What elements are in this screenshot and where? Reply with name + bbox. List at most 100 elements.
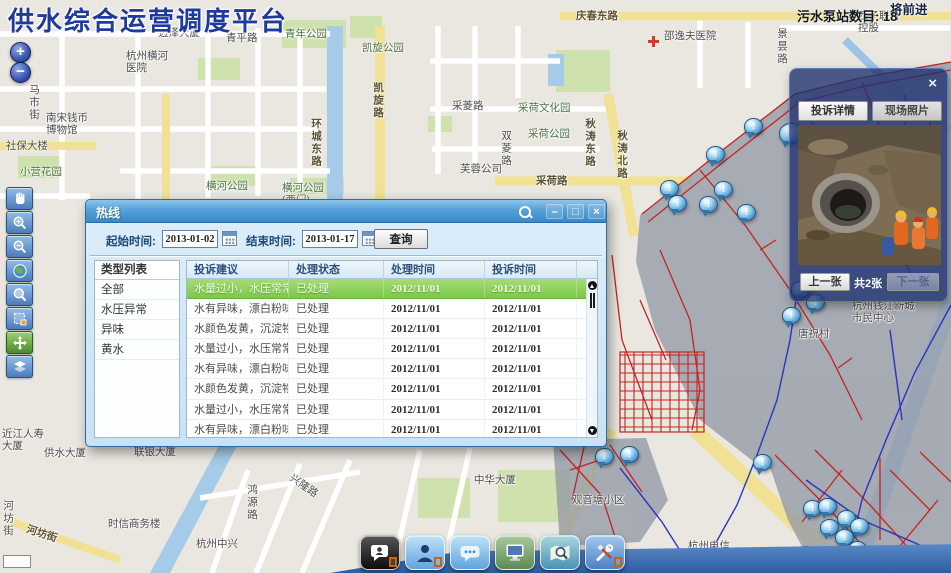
pan-move-button[interactable] — [6, 331, 33, 354]
tools-dock-button[interactable] — [585, 535, 625, 570]
pan-move-icon — [12, 335, 28, 351]
table-cell: 已处理 — [289, 359, 384, 378]
complaints-table: 投诉建议 处理状态 处理时间 投诉时间 水量过小，水压常常不已处理2012/11… — [186, 260, 598, 438]
column-header[interactable]: 处理时间 — [384, 261, 485, 278]
end-time-label: 结束时间: — [246, 233, 296, 249]
map-label: 河坊街 — [2, 500, 14, 538]
table-cell: 水颜色发黄，沉淀物很 — [187, 379, 289, 398]
column-header[interactable]: 投诉时间 — [485, 261, 577, 278]
user-dock-button[interactable] — [405, 535, 445, 570]
scroll-up-icon[interactable] — [588, 281, 597, 290]
query-button[interactable]: 查询 — [374, 229, 428, 249]
table-cell: 水有异味，漂白粉味道 — [187, 359, 289, 378]
zoom-in-tool-button[interactable] — [6, 211, 33, 234]
map-marker[interactable]: ! — [782, 307, 801, 324]
zoom-out-tool-button[interactable] — [6, 235, 33, 258]
table-row[interactable]: 水量过小，水压常常不已处理2012/11/012012/11/01 — [187, 279, 597, 299]
map-label: 凯旋路 — [372, 82, 384, 120]
user-message-dock-button[interactable] — [360, 535, 400, 570]
map-label: 采荷公园 — [528, 128, 570, 140]
table-cell: 已处理 — [289, 319, 384, 338]
map-label: 秋涛北路 — [616, 130, 628, 180]
maximize-button[interactable]: □ — [567, 204, 584, 219]
column-header[interactable]: 处理状态 — [289, 261, 384, 278]
table-cell: 已处理 — [289, 339, 384, 358]
table-row[interactable]: 水颜色发黄，沉淀物很已处理2012/11/012012/11/01 — [187, 319, 597, 339]
full-extent-button[interactable] — [6, 259, 33, 282]
scroll-down-icon[interactable] — [588, 426, 597, 435]
hotline-titlebar[interactable]: 热线 – □ × — [86, 200, 606, 223]
map-label: 杭州横河 医院 — [126, 50, 168, 74]
table-body: 水量过小，水压常常不已处理2012/11/012012/11/01水有异味，漂白… — [187, 279, 597, 438]
table-scrollbar[interactable] — [586, 279, 597, 437]
prev-photo-button[interactable]: 上一张 — [800, 273, 850, 291]
pan-hand-button[interactable] — [6, 187, 33, 210]
table-row[interactable]: 水有异味，漂白粉味道已处理2012/11/012012/11/01 — [187, 299, 597, 319]
table-row[interactable]: 水有异味，漂白粉味道已处理2012/11/012012/11/01 — [187, 420, 597, 438]
map-label: 芙蓉公司 — [460, 163, 502, 175]
app-window: 青年公园凯旋公园青平路迈泽大厦杭州横河 医院马市街南宋钱币 博物馆社保大楼小营花… — [0, 0, 951, 573]
map-label: 中华大厦 — [474, 474, 516, 486]
table-header-row: 投诉建议 处理状态 处理时间 投诉时间 — [187, 261, 597, 279]
map-label: 景昙路 — [776, 28, 788, 66]
hotline-window: 热线 – □ × 起始时间: 结束时间: 查询 类型列表 全部水压异常异味黄水 … — [85, 199, 607, 447]
close-button[interactable]: × — [588, 204, 605, 219]
type-list-item[interactable]: 全部 — [95, 280, 179, 300]
table-cell: 2012/11/01 — [485, 379, 577, 398]
photo-panel: × 投诉详情 现场照片 — [789, 68, 948, 302]
table-cell: 已处理 — [289, 420, 384, 438]
column-header[interactable]: 投诉建议 — [187, 261, 289, 278]
table-cell: 水有异味，漂白粉味道 — [187, 299, 289, 318]
map-marker[interactable]: ! — [620, 446, 639, 463]
map-zoom-in-button[interactable]: + — [10, 42, 31, 63]
end-date-input[interactable] — [302, 230, 358, 248]
dock-badge — [434, 557, 442, 567]
table-row[interactable]: 水颜色发黄，沉淀物很已处理2012/11/012012/11/01 — [187, 379, 597, 399]
type-list-item[interactable]: 异味 — [95, 320, 179, 340]
map-marker[interactable]: ! — [699, 196, 718, 213]
map-zoom-out-button[interactable]: − — [10, 62, 31, 83]
scrollbar-thumb[interactable] — [590, 293, 595, 308]
layers-button[interactable] — [6, 355, 33, 378]
map-label: 采菱路 — [452, 100, 484, 112]
minimize-button[interactable]: – — [546, 204, 563, 219]
map-search-tool-button[interactable] — [6, 283, 33, 306]
titlebar-magnifier-icon[interactable] — [518, 205, 532, 219]
next-photo-button[interactable]: 下一张 — [887, 273, 939, 291]
zoom-out-icon — [12, 239, 28, 255]
map-label: 唐祝村 — [798, 328, 830, 340]
table-row[interactable]: 水量过小，水压常常不已处理2012/11/012012/11/01 — [187, 339, 597, 359]
monitor-dock-button[interactable] — [495, 535, 535, 570]
table-cell: 2012/11/01 — [485, 319, 577, 338]
map-search-dock-button[interactable] — [540, 535, 580, 570]
chat-dock-button[interactable] — [450, 535, 490, 570]
tab-complaint-detail[interactable]: 投诉详情 — [798, 101, 868, 121]
start-date-input[interactable] — [162, 230, 218, 248]
map-marker[interactable]: ! — [753, 454, 772, 471]
type-list-header: 类型列表 — [95, 261, 179, 280]
start-calendar-icon[interactable] — [222, 231, 237, 246]
table-cell: 已处理 — [289, 279, 384, 298]
photo-counter: 共2张 — [854, 275, 882, 291]
map-marker[interactable]: ! — [744, 118, 763, 135]
table-cell: 水有异味，漂白粉味道 — [187, 420, 289, 438]
type-list-item[interactable]: 黄水 — [95, 340, 179, 360]
type-list-item[interactable]: 水压异常 — [95, 300, 179, 320]
map-marker[interactable]: ! — [714, 181, 733, 198]
map-marker[interactable]: ! — [668, 195, 687, 212]
map-marker[interactable]: ! — [737, 204, 756, 221]
map-marker[interactable]: ! — [595, 448, 614, 465]
select-area-button[interactable] — [6, 307, 33, 330]
map-marker[interactable]: ! — [818, 498, 837, 515]
map-label: 杭州中兴 — [196, 538, 238, 550]
chat-dots-icon — [458, 542, 482, 564]
table-cell: 2012/11/01 — [485, 359, 577, 378]
table-row[interactable]: 水有异味，漂白粉味道已处理2012/11/012012/11/01 — [187, 359, 597, 379]
map-label: 时信商务楼 — [108, 518, 161, 530]
start-time-label: 起始时间: — [106, 233, 156, 249]
map-marker[interactable]: ! — [706, 146, 725, 163]
panel-close-icon[interactable]: × — [928, 77, 937, 91]
tab-scene-photo[interactable]: 现场照片 — [872, 101, 942, 121]
map-label: 环城东路 — [310, 118, 322, 168]
table-row[interactable]: 水量过小，水压常常不已处理2012/11/012012/11/01 — [187, 400, 597, 420]
